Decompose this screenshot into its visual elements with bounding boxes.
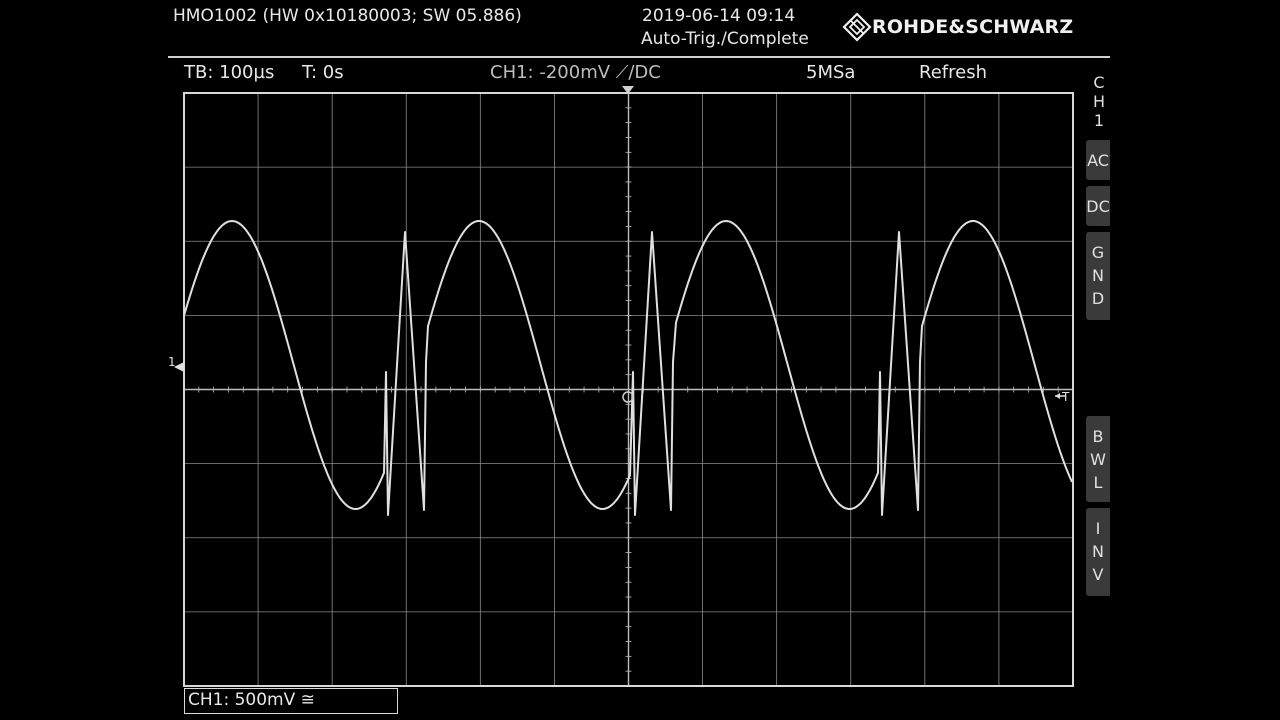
graticule bbox=[183, 92, 1074, 687]
gnd-button[interactable]: G N D bbox=[1086, 232, 1110, 320]
channel-marker-label: 1 bbox=[168, 355, 176, 369]
dc-coupling-button[interactable]: DC bbox=[1086, 186, 1110, 226]
trigger-level-arrow-icon bbox=[1055, 393, 1060, 399]
trigger-marker-label: T bbox=[1061, 390, 1070, 404]
ch1-scale-readout[interactable]: CH1: 500mV ≅ bbox=[184, 688, 398, 714]
bandwidth-limit-button[interactable]: B W L bbox=[1086, 416, 1110, 502]
side-channel-label: C H 1 bbox=[1092, 73, 1106, 130]
ac-coupling-button[interactable]: AC bbox=[1086, 140, 1110, 180]
waveform-display: 1 T bbox=[168, 86, 1074, 687]
invert-button[interactable]: I N V bbox=[1086, 508, 1110, 596]
